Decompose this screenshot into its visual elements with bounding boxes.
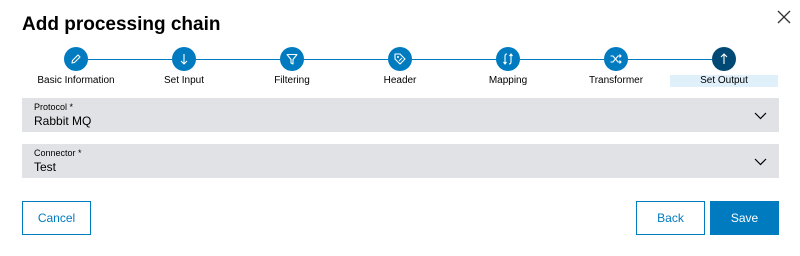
- header-tag-icon: [388, 47, 412, 71]
- step-transformer[interactable]: Transformer: [562, 47, 670, 89]
- step-label: Filtering: [274, 75, 310, 86]
- arrow-up-icon: [712, 47, 736, 71]
- connector-select[interactable]: Connector * Test: [22, 144, 779, 178]
- protocol-label: Protocol *: [34, 102, 74, 112]
- step-mapping[interactable]: Mapping: [454, 47, 562, 89]
- step-label: Set Output: [670, 75, 778, 87]
- mapping-arrows-icon: [496, 47, 520, 71]
- back-button[interactable]: Back: [636, 201, 705, 235]
- cancel-button[interactable]: Cancel: [22, 201, 91, 235]
- step-filtering[interactable]: Filtering: [238, 47, 346, 89]
- step-set-input[interactable]: Set Input: [130, 47, 238, 89]
- stepper: Basic Information Set Input Filtering He…: [22, 47, 779, 89]
- step-label: Basic Information: [37, 75, 115, 86]
- step-set-output[interactable]: Set Output: [670, 47, 778, 89]
- connector-label: Connector *: [34, 148, 82, 158]
- arrow-down-icon: [172, 47, 196, 71]
- close-icon[interactable]: [775, 8, 793, 26]
- step-basic-information[interactable]: Basic Information: [22, 47, 130, 89]
- step-label: Mapping: [488, 75, 528, 86]
- chevron-down-icon: [754, 158, 767, 166]
- filter-icon: [280, 47, 304, 71]
- step-label: Header: [383, 75, 417, 86]
- step-label: Set Input: [163, 75, 205, 86]
- dialog-title: Add processing chain: [22, 14, 221, 35]
- step-header[interactable]: Header: [346, 47, 454, 89]
- save-button[interactable]: Save: [710, 201, 779, 235]
- connector-value: Test: [34, 160, 57, 174]
- shuffle-icon: [604, 47, 628, 71]
- chevron-down-icon: [754, 112, 767, 120]
- protocol-select[interactable]: Protocol * Rabbit MQ: [22, 98, 779, 132]
- pencil-icon: [64, 47, 88, 71]
- step-label: Transformer: [588, 75, 644, 86]
- protocol-value: Rabbit MQ: [34, 114, 92, 128]
